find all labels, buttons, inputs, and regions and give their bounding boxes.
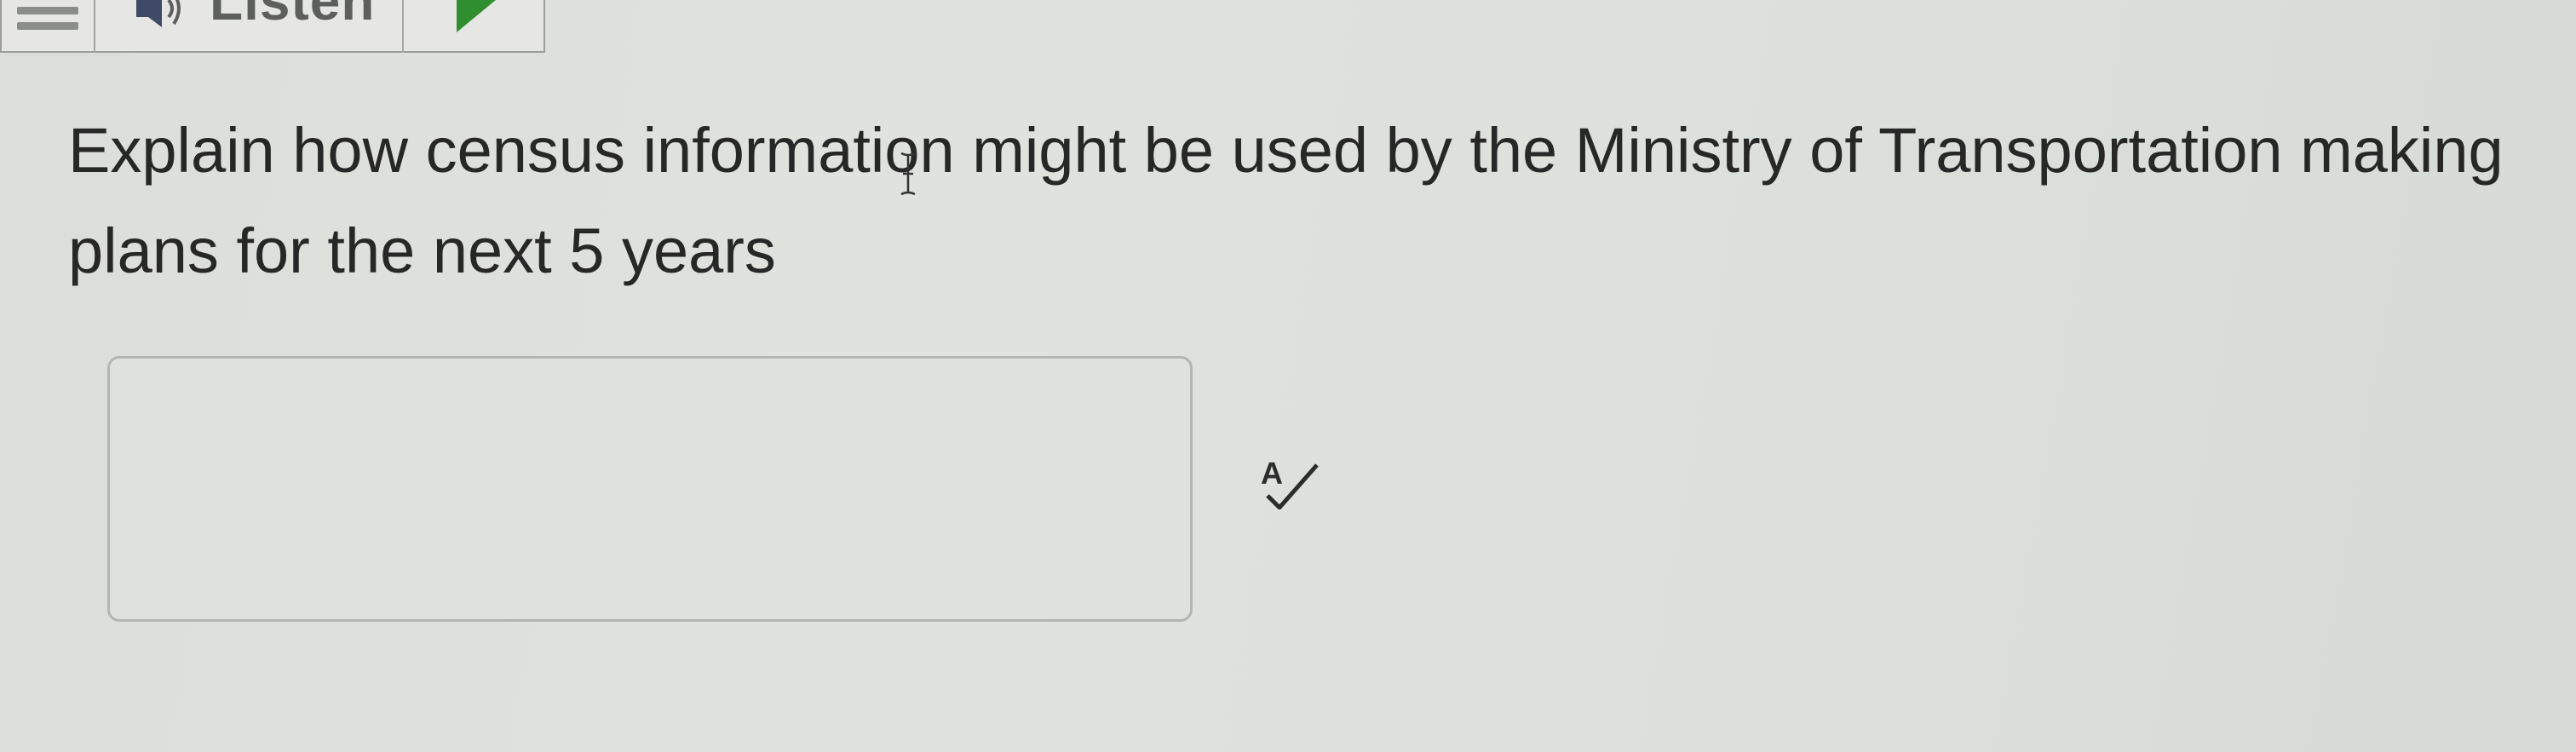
answer-input[interactable]	[107, 356, 1193, 622]
play-button[interactable]	[405, 0, 543, 53]
play-icon	[457, 0, 496, 32]
hamburger-menu-icon-bar	[17, 22, 78, 30]
spell-check-icon[interactable]: A	[1257, 455, 1329, 516]
listen-label: Listen	[210, 0, 376, 32]
menu-button[interactable]	[2, 0, 95, 53]
question-text: Explain how census information might be …	[68, 115, 2504, 286]
text-cursor-icon	[900, 152, 916, 196]
speaker-icon	[136, 0, 181, 27]
hamburger-menu-icon	[17, 7, 78, 14]
spell-check-letter: A	[1261, 456, 1283, 491]
toolbar: Listen	[0, 0, 545, 53]
listen-button[interactable]: Listen	[97, 0, 404, 53]
